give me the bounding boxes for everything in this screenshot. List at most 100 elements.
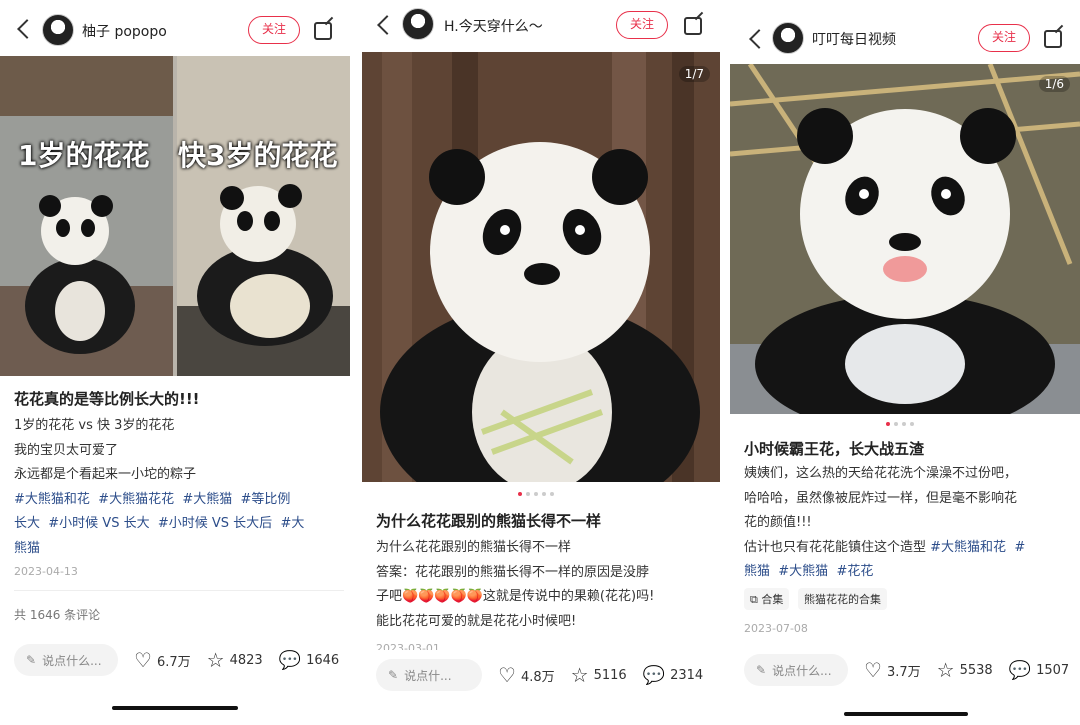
image-caption-left: 1岁的花花 bbox=[18, 139, 150, 172]
avatar[interactable] bbox=[772, 22, 804, 54]
comment-input-placeholder: 说点什么... bbox=[42, 653, 102, 668]
pencil-icon: ✎ bbox=[388, 668, 399, 682]
comment-button[interactable]: 💬 1646 bbox=[279, 650, 340, 671]
post-header: H.今天穿什么～ 关注 bbox=[358, 0, 730, 50]
favorite-button[interactable]: ☆ 5538 bbox=[937, 658, 993, 682]
post-image[interactable]: 1岁的花花 快3岁的花花 bbox=[0, 56, 350, 376]
favorite-button[interactable]: ☆ 4823 bbox=[207, 648, 263, 672]
heart-icon: ♡ bbox=[498, 663, 516, 687]
body-line: 姨姨们，这么热的天给花花洗个澡澡不过份吧， bbox=[744, 466, 1018, 481]
like-count: 4.8万 bbox=[520, 669, 555, 685]
hashtag[interactable]: #大熊猫 bbox=[778, 564, 828, 579]
carousel-dot bbox=[542, 492, 546, 496]
comment-input[interactable]: ✎ 说点什么... bbox=[14, 644, 118, 676]
hashtag[interactable]: 长大 bbox=[14, 516, 40, 531]
star-count: 5116 bbox=[593, 667, 627, 683]
comment-icon: 💬 bbox=[1008, 659, 1032, 681]
bottom-bar: ✎ 说点什么... ♡ 3.7万 ☆ 5538 💬 1507 bbox=[744, 650, 1074, 690]
body-line: 我的宝贝太可爱了 bbox=[14, 442, 119, 458]
hashtag[interactable]: # bbox=[1014, 540, 1025, 555]
follow-button[interactable]: 关注 bbox=[978, 24, 1030, 52]
comment-input[interactable]: ✎ 说点什么... bbox=[744, 654, 848, 686]
like-button[interactable]: ♡ 6.7万 bbox=[134, 648, 191, 672]
image-counter: 1/7 bbox=[678, 66, 710, 82]
panda-image bbox=[362, 52, 720, 482]
star-count: 5538 bbox=[959, 662, 993, 678]
share-icon[interactable] bbox=[684, 17, 702, 35]
back-arrow-icon[interactable] bbox=[749, 29, 769, 49]
hashtag[interactable]: 熊猫 bbox=[14, 541, 40, 556]
follow-button[interactable]: 关注 bbox=[248, 16, 300, 44]
favorite-button[interactable]: ☆ 5116 bbox=[571, 663, 627, 687]
hashtag[interactable]: #小时候 VS 长大 bbox=[48, 516, 149, 531]
hashtag[interactable]: #大熊猫花花 bbox=[98, 492, 174, 507]
star-icon: ☆ bbox=[570, 663, 589, 687]
comment-input[interactable]: ✎ 说点什... bbox=[376, 659, 482, 691]
hashtag[interactable]: #小时候 VS 长大后 bbox=[158, 516, 272, 531]
hashtag[interactable]: #大熊猫 bbox=[182, 492, 232, 507]
back-arrow-icon[interactable] bbox=[17, 19, 37, 39]
panda-comparison-image bbox=[0, 56, 350, 376]
post-panel-1: 柚子 popopo 关注 1岁的花花 快3岁的花花 花花真的是等比例长大的!!!… bbox=[0, 0, 358, 725]
share-icon[interactable] bbox=[1044, 30, 1062, 48]
post-image[interactable]: 1/6 bbox=[730, 64, 1080, 414]
body-line: 答案：花花跟别的熊猫长得不一样的原因是没脖 bbox=[376, 564, 650, 580]
like-count: 6.7万 bbox=[156, 654, 191, 670]
carousel-dot bbox=[886, 422, 890, 426]
like-button[interactable]: ♡ 4.8万 bbox=[498, 663, 555, 687]
post-header: 柚子 popopo 关注 bbox=[0, 4, 358, 54]
post-body: 1岁的花花 vs 快 3岁的花花 我的宝贝太可爱了 永远都是个看起来一小坨的粽子… bbox=[14, 414, 336, 561]
post-date: 2023-03-01 bbox=[376, 642, 440, 650]
image-counter: 1/6 bbox=[1038, 76, 1070, 92]
hashtag[interactable]: #大熊猫和花 bbox=[930, 540, 1006, 555]
comment-count-short: 1646 bbox=[306, 652, 340, 668]
post-panel-2: H.今天穿什么～ 关注 1/7 为什么花花跟别的熊猫长得不一样 为什么花花跟别的… bbox=[358, 0, 730, 725]
carousel-dot bbox=[534, 492, 538, 496]
heart-icon: ♡ bbox=[864, 658, 882, 682]
body-line: 能比花花可爱的就是花花小时候吧! bbox=[376, 613, 577, 629]
hashtag[interactable]: #大熊猫和花 bbox=[14, 492, 90, 507]
like-button[interactable]: ♡ 3.7万 bbox=[864, 658, 921, 682]
carousel-dot bbox=[550, 492, 554, 496]
heart-icon: ♡ bbox=[134, 648, 152, 672]
collection-name-chip[interactable]: 熊猫花花的合集 bbox=[798, 588, 887, 610]
body-line: 花的颜值!!! bbox=[744, 515, 812, 530]
username[interactable]: 柚子 popopo bbox=[82, 21, 167, 41]
home-indicator bbox=[112, 706, 238, 710]
body-line: 1岁的花花 vs 快 3岁的花花 bbox=[14, 418, 175, 433]
username[interactable]: H.今天穿什么～ bbox=[444, 16, 543, 36]
carousel-dots bbox=[518, 492, 554, 496]
body-line: 哈哈哈，虽然像被屁炸过一样，但是毫不影响花 bbox=[744, 490, 1018, 506]
back-arrow-icon[interactable] bbox=[377, 15, 397, 35]
avatar[interactable] bbox=[402, 8, 434, 40]
post-body: 姨姨们，这么热的天给花花洗个澡澡不过份吧， 哈哈哈，虽然像被屁炸过一样，但是毫不… bbox=[744, 462, 1074, 585]
collection-icon: ⧉ bbox=[750, 593, 758, 606]
avatar[interactable] bbox=[42, 14, 74, 46]
body-line: 为什么花花跟别的熊猫长得不一样 bbox=[376, 540, 572, 555]
comment-button[interactable]: 💬 2314 bbox=[643, 665, 704, 686]
star-count: 4823 bbox=[229, 652, 263, 668]
star-icon: ☆ bbox=[936, 658, 955, 682]
follow-button[interactable]: 关注 bbox=[616, 11, 668, 39]
comment-icon: 💬 bbox=[278, 649, 302, 671]
post-title: 花花真的是等比例长大的!!! bbox=[14, 390, 200, 408]
post-image[interactable]: 1/7 bbox=[362, 52, 720, 482]
post-date: 2023-07-08 bbox=[744, 622, 808, 635]
post-panel-3: 叮叮每日视频 关注 1/6 小时候霸王花，长大战五渣 姨姨们，这么热的天给花花洗… bbox=[730, 0, 1080, 725]
collection-chip[interactable]: ⧉ 合集 bbox=[744, 588, 790, 610]
share-icon[interactable] bbox=[314, 22, 332, 40]
body-line: 估计也只有花花能镇住这个造型 bbox=[744, 539, 927, 555]
post-title: 小时候霸王花，长大战五渣 bbox=[744, 440, 925, 458]
username[interactable]: 叮叮每日视频 bbox=[812, 29, 896, 49]
hashtag[interactable]: #花花 bbox=[836, 564, 873, 579]
hashtag[interactable]: 熊猫 bbox=[744, 564, 770, 579]
carousel-dot bbox=[518, 492, 522, 496]
carousel-dot bbox=[526, 492, 530, 496]
comment-button[interactable]: 💬 1507 bbox=[1009, 660, 1070, 681]
hashtag[interactable]: #大 bbox=[280, 516, 304, 531]
like-count: 3.7万 bbox=[886, 664, 921, 680]
hashtag[interactable]: #等比例 bbox=[241, 492, 291, 507]
carousel-dot bbox=[902, 422, 906, 426]
comment-count-short: 1507 bbox=[1036, 662, 1070, 678]
comment-count: 共 1646 条评论 bbox=[14, 608, 101, 622]
